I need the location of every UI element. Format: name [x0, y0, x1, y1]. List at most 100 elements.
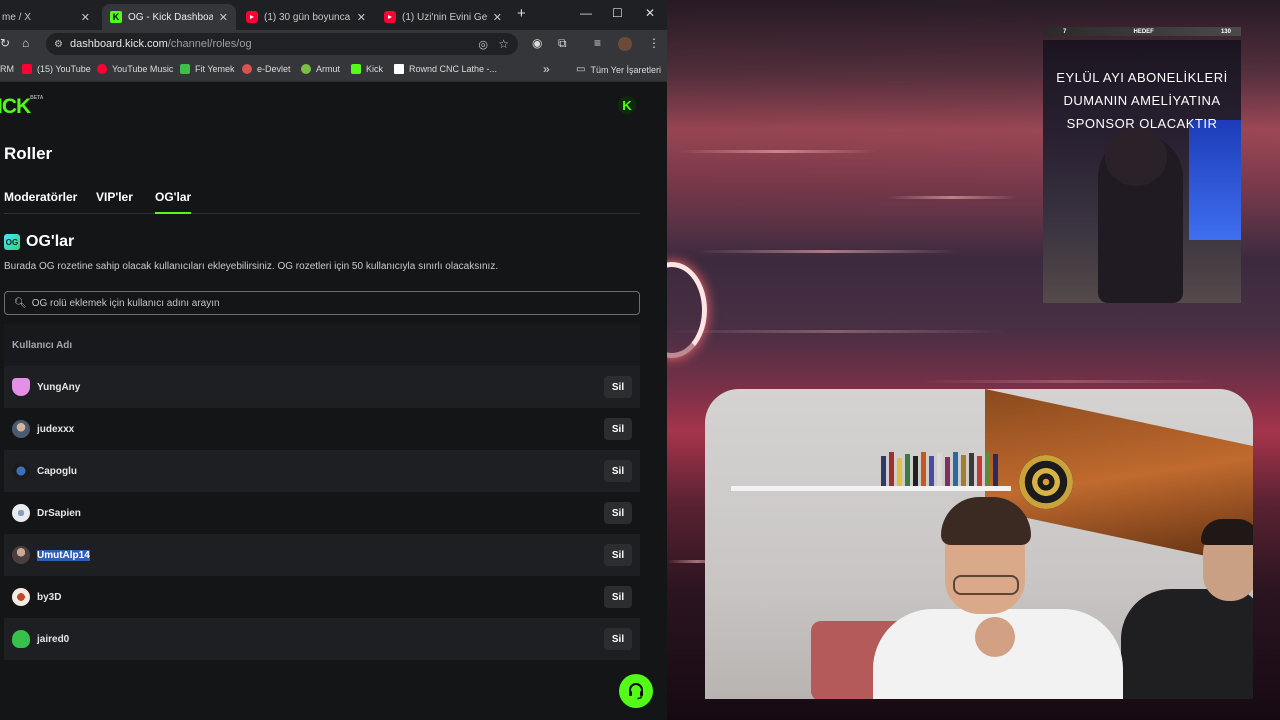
tab-moderators[interactable]: Moderatörler — [4, 190, 77, 214]
bookmark-kick[interactable]: Kick — [351, 64, 383, 74]
star-icon[interactable]: ☆ — [498, 37, 509, 51]
tab-vips[interactable]: VIP'ler — [96, 190, 133, 214]
eye-off-icon[interactable]: ◎ — [478, 38, 488, 51]
section-title: OG OG'lar — [4, 233, 74, 251]
user-avatar — [12, 504, 30, 522]
background-streak — [677, 150, 877, 153]
kick-dashboard-page: ICKBETA K Roller Moderatörler VIP'ler OG… — [0, 83, 667, 720]
tab-title: OG - Kick Dashboard — [128, 11, 213, 23]
maximize-button[interactable]: ☐ — [612, 6, 623, 20]
book — [889, 452, 894, 486]
remove-og-button[interactable]: Sil — [604, 502, 632, 524]
bookmark-youtube-music[interactable]: YouTube Music — [97, 64, 173, 74]
window-close-button[interactable]: ✕ — [645, 6, 655, 20]
book — [913, 456, 918, 486]
bookmark-label: Armut — [316, 64, 341, 74]
book — [961, 455, 966, 486]
browser-tab-x[interactable]: me / X ✕ — [0, 4, 98, 30]
youtube-icon — [246, 11, 258, 23]
user-avatar — [12, 462, 30, 480]
bookmarks-bar: RM (15) YouTube YouTube Music Fit Yemek … — [0, 58, 667, 82]
close-icon[interactable]: ✕ — [81, 11, 90, 24]
browser-tab-kick[interactable]: K OG - Kick Dashboard ✕ — [102, 4, 236, 30]
address-bar[interactable]: ⚙ dashboard.kick.com /channel/roles/og ◎… — [46, 33, 518, 55]
bookmark-label: e-Devlet — [257, 64, 291, 74]
close-icon[interactable]: ✕ — [357, 11, 366, 24]
table-row: UmutAlp14 Sil — [4, 534, 640, 576]
og-users-table: Kullanıcı Adı YungAny Sil judexxx Sil Ca… — [4, 324, 640, 660]
remove-og-button[interactable]: Sil — [604, 586, 632, 608]
bookmark-label: Kick — [366, 64, 384, 74]
user-avatar — [12, 588, 30, 606]
book — [881, 456, 886, 486]
book — [953, 452, 958, 486]
bookmark-youtube[interactable]: (15) YouTube — [22, 64, 91, 74]
subscription-announcement: EYLÜL AYI ABONELİKLERİ DUMANIN AMELİYATI… — [1043, 66, 1241, 135]
background-streak — [667, 330, 1007, 333]
reload-icon[interactable]: ↻ — [0, 36, 10, 50]
rownd-icon — [394, 64, 404, 74]
user-name: judexxx — [37, 423, 75, 435]
edevlet-icon — [242, 64, 252, 74]
kick-icon: K — [110, 11, 122, 23]
bookmark-label: Fit Yemek — [195, 64, 235, 74]
book — [937, 453, 942, 486]
page-title: Roller — [4, 144, 53, 163]
user-avatar — [12, 546, 30, 564]
media-control-icon[interactable]: ≡ — [594, 36, 601, 50]
book — [945, 457, 950, 486]
browser-tab-youtube-2[interactable]: (1) Uzi'nin Evini Gezdim ✕ — [376, 4, 510, 30]
profile-avatar[interactable]: K — [618, 96, 636, 114]
browser-tab-youtube-1[interactable]: (1) 30 gün boyunca sp ✕ — [238, 4, 374, 30]
book — [993, 454, 998, 486]
logo-text: ICK — [0, 95, 31, 118]
minimize-button[interactable]: — — [580, 6, 592, 20]
user-name: DrSapien — [37, 507, 81, 519]
remove-og-button[interactable]: Sil — [604, 544, 632, 566]
table-row: by3D Sil — [4, 576, 640, 618]
table-row: DrSapien Sil — [4, 492, 640, 534]
extension-vpn-icon[interactable]: ◉ — [532, 36, 542, 50]
bookmark-rownd[interactable]: Rownd CNC Lathe -... — [394, 64, 497, 74]
user-avatar — [12, 630, 30, 648]
headset-icon — [629, 683, 643, 700]
bookmark-armut[interactable]: Armut — [301, 64, 340, 74]
remove-og-button[interactable]: Sil — [604, 628, 632, 650]
url-host: dashboard.kick.com — [69, 38, 168, 50]
bookmark-edevlet[interactable]: e-Devlet — [242, 64, 291, 74]
home-icon[interactable]: ⌂ — [22, 36, 29, 50]
sub-goal-bar: 7 HEDEF 130 — [1043, 27, 1241, 36]
remove-og-button[interactable]: Sil — [604, 418, 632, 440]
book — [929, 456, 934, 486]
profile-avatar-icon[interactable] — [618, 37, 632, 51]
all-bookmarks-button[interactable]: ▭ Tüm Yer İşaretleri — [576, 64, 661, 75]
site-info-icon[interactable]: ⚙ — [54, 39, 63, 50]
support-chat-button[interactable] — [619, 674, 653, 708]
book — [897, 458, 902, 486]
background-streak — [917, 380, 1217, 383]
bookmark-fit-yemek[interactable]: Fit Yemek — [180, 64, 235, 74]
remove-og-button[interactable]: Sil — [604, 376, 632, 398]
bookmark-label: (15) YouTube — [37, 64, 91, 74]
tab-ogs[interactable]: OG'lar — [155, 190, 192, 214]
og-search-input[interactable] — [31, 297, 612, 309]
book — [985, 452, 990, 486]
remove-og-button[interactable]: Sil — [604, 460, 632, 482]
monitor-glow — [1189, 120, 1241, 240]
new-tab-button[interactable]: + — [517, 5, 526, 22]
kick-logo[interactable]: ICKBETA — [0, 95, 43, 119]
menu-icon[interactable]: ⋮ — [648, 36, 660, 50]
bookmarks-overflow-button[interactable]: » — [543, 62, 550, 76]
bookmark-label: Tüm Yer İşaretleri — [590, 64, 661, 75]
background-streak — [697, 250, 957, 253]
extensions-icon[interactable]: ⧉ — [558, 36, 567, 51]
og-search-box[interactable]: 🔍︎ — [4, 291, 640, 315]
section-description: Burada OG rozetine sahip olacak kullanıc… — [4, 261, 499, 272]
announcement-line: DUMANIN AMELİYATINA — [1063, 93, 1221, 108]
book — [969, 453, 974, 486]
roles-tabs: Moderatörler VIP'ler OG'lar — [4, 190, 640, 214]
second-person-hair — [1201, 519, 1253, 545]
close-icon[interactable]: ✕ — [219, 11, 228, 24]
close-icon[interactable]: ✕ — [493, 11, 502, 24]
bookmark-rm[interactable]: RM — [0, 64, 14, 74]
